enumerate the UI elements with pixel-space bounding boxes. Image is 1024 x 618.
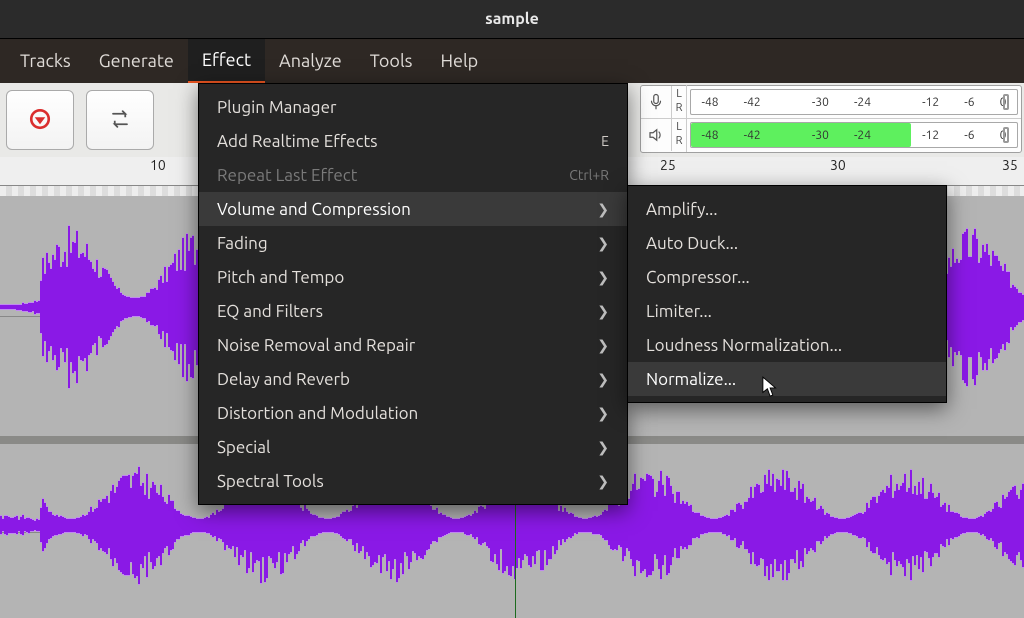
effect-menu-item[interactable]: EQ and Filters ❯ <box>199 294 627 328</box>
effect-menu-item[interactable]: Distortion and Modulation ❯ <box>199 396 627 430</box>
volume-submenu-item[interactable]: Normalize... <box>628 362 946 396</box>
loop-icon <box>106 105 134 136</box>
effect-menu-item[interactable]: Spectral Tools ❯ <box>199 464 627 498</box>
volume-submenu-item[interactable]: Loudness Normalization... <box>628 328 946 362</box>
window-title: sample <box>485 10 539 28</box>
effect-menu-item[interactable]: Noise Removal and Repair ❯ <box>199 328 627 362</box>
submenu-arrow-icon: ❯ <box>597 405 609 422</box>
menu-item-label: Pitch and Tempo <box>217 268 344 287</box>
meter-lr-label: LR <box>672 118 687 152</box>
submenu-arrow-icon: ❯ <box>597 337 609 354</box>
menu-item-shortcut: E <box>601 133 609 149</box>
effect-menu-item[interactable]: Volume and Compression ❯ <box>199 192 627 226</box>
meters: LR -48-42 -30-24 -12-6 0 <box>640 85 1022 153</box>
record-button[interactable] <box>6 90 74 150</box>
menu-item-label: Delay and Reverb <box>217 370 350 389</box>
meter-lr-label: LR <box>672 85 687 119</box>
volume-submenu-item[interactable]: Auto Duck... <box>628 226 946 260</box>
titlebar: sample <box>0 0 1024 39</box>
volume-compression-submenu: Amplify... Auto Duck... Compressor... Limit… <box>627 185 947 403</box>
menu-generate[interactable]: Generate <box>85 39 188 83</box>
volume-submenu-item[interactable]: Limiter... <box>628 294 946 328</box>
volume-submenu-item[interactable]: Amplify... <box>628 192 946 226</box>
effect-menu-item[interactable]: Pitch and Tempo ❯ <box>199 260 627 294</box>
menu-item-label: EQ and Filters <box>217 302 323 321</box>
menu-item-label: Amplify... <box>646 200 718 219</box>
record-icon <box>26 105 54 136</box>
menu-item-label: Auto Duck... <box>646 234 738 253</box>
submenu-arrow-icon: ❯ <box>597 439 609 456</box>
toolbar-left <box>0 83 200 157</box>
menu-item-label: Plugin Manager <box>217 98 336 117</box>
submenu-arrow-icon: ❯ <box>597 269 609 286</box>
menu-item-shortcut: Ctrl+R <box>569 167 609 183</box>
menu-item-label: Fading <box>217 234 268 253</box>
effect-menu-item[interactable]: Add Realtime Effects E <box>199 124 627 158</box>
menubar: Tracks Generate Effect Analyze Tools Hel… <box>0 39 1024 83</box>
menu-item-label: Limiter... <box>646 302 712 321</box>
effect-menu-item[interactable]: Special ❯ <box>199 430 627 464</box>
menu-item-label: Volume and Compression <box>217 200 411 219</box>
ruler-tick: 25 <box>660 157 676 185</box>
menu-analyze[interactable]: Analyze <box>265 39 356 83</box>
submenu-arrow-icon: ❯ <box>597 235 609 252</box>
record-meter-track: -48-42 -30-24 -12-6 0 <box>689 88 1019 116</box>
menu-effect[interactable]: Effect <box>188 39 265 83</box>
menu-item-label: Spectral Tools <box>217 472 324 491</box>
playback-meter-row[interactable]: LR -48-42 -30-24 -12-6 0 <box>641 119 1021 151</box>
record-meter-row[interactable]: LR -48-42 -30-24 -12-6 0 <box>641 86 1021 119</box>
menu-item-label: Distortion and Modulation <box>217 404 418 423</box>
playback-meter-track: -48-42 -30-24 -12-6 0 <box>689 121 1019 149</box>
submenu-arrow-icon: ❯ <box>597 473 609 490</box>
effect-menu-item[interactable]: Plugin Manager <box>199 90 627 124</box>
submenu-arrow-icon: ❯ <box>597 371 609 388</box>
effect-menu-item: Repeat Last Effect Ctrl+R <box>199 158 627 192</box>
submenu-arrow-icon: ❯ <box>597 303 609 320</box>
menu-tracks[interactable]: Tracks <box>6 39 85 83</box>
menu-tools[interactable]: Tools <box>356 39 427 83</box>
effect-menu-item[interactable]: Delay and Reverb ❯ <box>199 362 627 396</box>
menu-item-label: Special <box>217 438 270 457</box>
speaker-icon <box>641 119 672 151</box>
submenu-arrow-icon: ❯ <box>597 201 609 218</box>
effect-menu-item[interactable]: Fading ❯ <box>199 226 627 260</box>
loop-button[interactable] <box>86 90 154 150</box>
ruler-tick: 35 <box>1002 157 1018 185</box>
microphone-icon <box>641 86 672 118</box>
volume-submenu-item[interactable]: Compressor... <box>628 260 946 294</box>
menu-item-label: Add Realtime Effects <box>217 132 378 151</box>
menu-item-label: Repeat Last Effect <box>217 166 357 185</box>
menu-item-label: Normalize... <box>646 370 736 389</box>
menu-item-label: Loudness Normalization... <box>646 336 842 355</box>
ruler-tick: 30 <box>830 157 846 185</box>
menu-help[interactable]: Help <box>426 39 492 83</box>
workarea: LR -48-42 -30-24 -12-6 0 <box>0 83 1024 618</box>
ruler-tick: 10 <box>150 157 166 185</box>
effect-menu-popup: Plugin Manager Add Realtime Effects E Repea… <box>198 83 628 505</box>
menu-item-label: Compressor... <box>646 268 750 287</box>
menu-item-label: Noise Removal and Repair <box>217 336 415 355</box>
